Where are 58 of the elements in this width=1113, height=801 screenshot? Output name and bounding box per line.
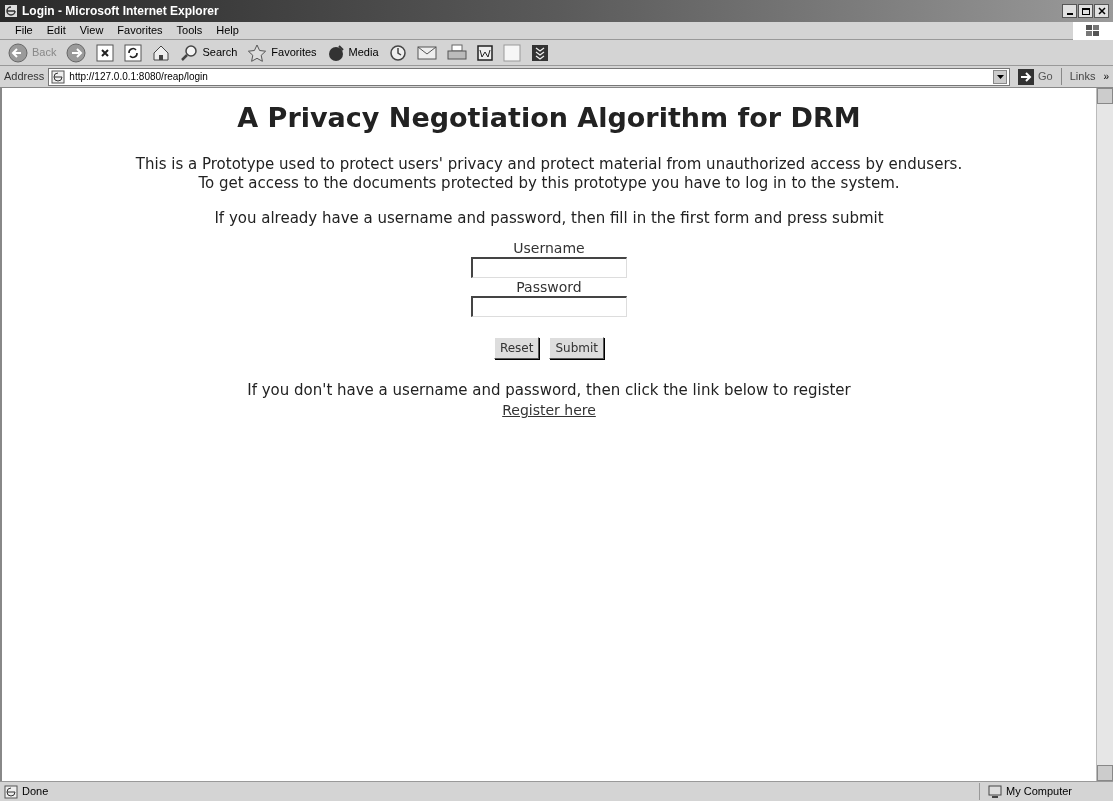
stop-icon: [96, 43, 115, 62]
toolbar-button[interactable]: [152, 43, 171, 62]
toolbar-button[interactable]: [124, 43, 143, 62]
status-text: Done: [22, 784, 49, 800]
minimize-button[interactable]: [1062, 4, 1077, 18]
window-title: Login - Microsoft Internet Explorer: [22, 3, 219, 20]
browser-icon: [4, 4, 18, 18]
maximize-button[interactable]: [1078, 4, 1093, 18]
close-button[interactable]: [1094, 4, 1109, 18]
windows-flag-icon: [1086, 24, 1100, 37]
close-icon: [1097, 7, 1106, 15]
page-icon: [51, 69, 66, 84]
menu-item[interactable]: Favorites: [110, 22, 170, 39]
menu-item[interactable]: File: [8, 22, 40, 39]
register-instructions: If you don't have a username and password, then click the link below to register: [247, 381, 851, 400]
menu-item[interactable]: Tools: [169, 22, 210, 39]
star-icon: [247, 43, 268, 62]
magnifier-icon: [180, 43, 199, 62]
input-field[interactable]: [471, 296, 627, 317]
printer-icon: [446, 43, 467, 62]
toolbar-button[interactable]: Favorites: [247, 43, 317, 62]
caret-icon: [996, 74, 1004, 79]
form-button[interactable]: Submit: [549, 337, 605, 359]
toolbar-button[interactable]: [96, 43, 115, 62]
dropdown-button[interactable]: [993, 69, 1008, 84]
arrow-right-icon: [1018, 68, 1035, 85]
input-field[interactable]: [471, 257, 627, 278]
menu-item[interactable]: View: [72, 22, 111, 39]
menu-item[interactable]: Help: [209, 22, 246, 39]
menu-item[interactable]: Edit: [39, 22, 73, 39]
envelope-icon: [416, 44, 437, 61]
field-label: Username: [513, 239, 585, 257]
address-label: Address: [4, 69, 45, 85]
form-button[interactable]: Reset: [493, 337, 540, 359]
clock-icon: [388, 43, 407, 62]
toolbar-button[interactable]: [530, 43, 549, 62]
address-field[interactable]: http://127.0.0.1:8080/reap/login: [48, 67, 1011, 86]
go-button[interactable]: Go: [1014, 68, 1057, 85]
document-icon: [476, 44, 493, 61]
toolbar-button[interactable]: Search: [180, 43, 238, 62]
page-icon: [4, 784, 18, 799]
toolbar-button[interactable]: [388, 43, 407, 62]
blank-page-icon: [502, 43, 521, 62]
intro-text: This is a Prototype used to protect users' privacy and protect material from unauthorized access by endusers.: [135, 154, 963, 174]
login-instructions: If you already have a username and password, then fill in the first form and press submit: [214, 207, 884, 229]
scrollbar[interactable]: [1096, 88, 1113, 781]
more-links-chevron[interactable]: »: [1103, 69, 1109, 84]
toolbar-button[interactable]: Media: [326, 43, 379, 62]
links-button[interactable]: Links: [1060, 68, 1100, 85]
toolbar-button[interactable]: [476, 44, 493, 61]
page-heading: A Privacy Negotiation Algorithm for DRM: [237, 101, 861, 135]
register-link[interactable]: Register here: [502, 400, 596, 421]
security-zone: My Computer: [1006, 784, 1073, 800]
intro-text: To get access to the documents protected by this prototype you have to log in to the system.: [198, 173, 900, 193]
refresh-icon: [124, 43, 143, 62]
chevrons-down-icon: [530, 43, 549, 62]
home-icon: [152, 43, 171, 62]
field-label: Password: [516, 278, 582, 296]
